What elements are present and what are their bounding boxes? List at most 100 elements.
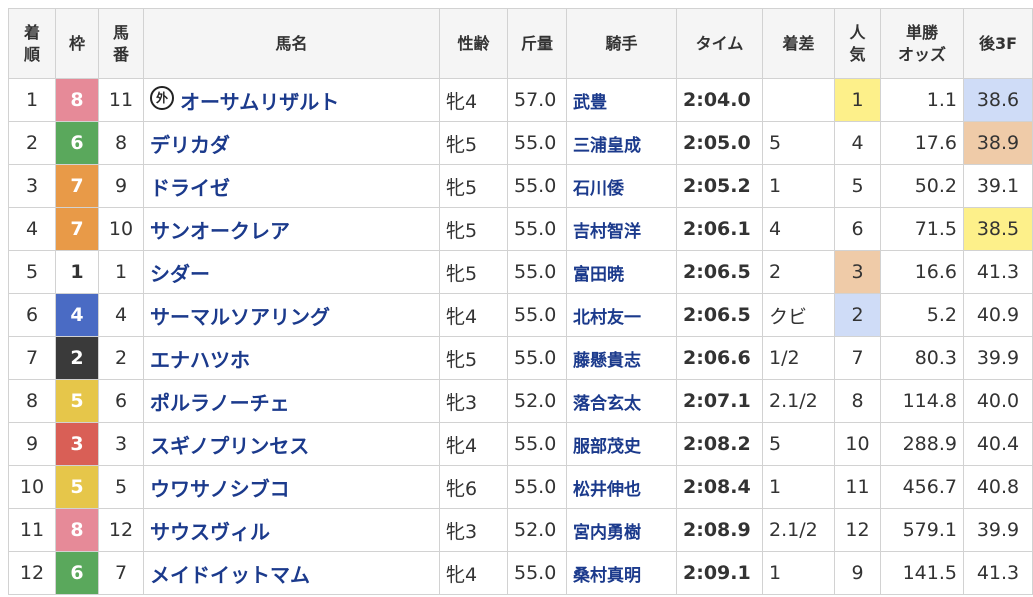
win-odds-cell: 5.2: [880, 293, 964, 337]
table-row: 7 2 2 エナハツホ 牝5 55.0 藤懸貴志 2:06.6 1/2 7 80.3 39.9: [8, 336, 1033, 380]
waku-cell: 2: [55, 336, 99, 380]
win-odds-cell: 456.7: [880, 465, 964, 509]
jockey-link[interactable]: 藤懸貴志: [573, 351, 641, 371]
sex-age-cell: 牝6: [439, 465, 508, 509]
jockey-link[interactable]: 桑村真明: [573, 566, 641, 586]
margin-cell: 1: [762, 551, 835, 595]
margin-cell: 4: [762, 207, 835, 251]
jockey-link[interactable]: 松井伸也: [573, 480, 641, 500]
jockey-cell: 石川倭: [566, 164, 677, 208]
jockey-link[interactable]: 石川倭: [573, 179, 624, 199]
jockey-link[interactable]: 武豊: [573, 93, 607, 113]
table-row: 1 8 11 外オーサムリザルト 牝4 57.0 武豊 2:04.0 1 1.1 38.6: [8, 78, 1033, 122]
horse-name-link[interactable]: ポルラノーチェ: [150, 391, 290, 415]
header-last-3f: 後3F: [963, 8, 1033, 79]
sex-age-cell: 牝4: [439, 551, 508, 595]
sex-age-cell: 牝5: [439, 164, 508, 208]
jockey-link[interactable]: 富田暁: [573, 265, 624, 285]
last-3f-cell: 38.6: [963, 78, 1033, 122]
table-row: 5 1 1 シダー 牝5 55.0 富田暁 2:06.5 2 3 16.6 41.3: [8, 250, 1033, 294]
jockey-cell: 落合玄太: [566, 379, 677, 423]
jockey-link[interactable]: 三浦皇成: [573, 136, 641, 156]
rank-cell: 4: [8, 207, 56, 251]
umaban-cell: 12: [98, 508, 144, 552]
header-rank: 着順: [8, 8, 56, 79]
waku-cell: 8: [55, 508, 99, 552]
time-cell: 2:06.1: [676, 207, 763, 251]
margin-cell: 1: [762, 164, 835, 208]
weight-cell: 55.0: [507, 250, 567, 294]
time-cell: 2:05.0: [676, 121, 763, 165]
waku-cell: 6: [55, 121, 99, 165]
popularity-cell: 9: [834, 551, 881, 595]
table-row: 10 5 5 ウワサノシブコ 牝6 55.0 松井伸也 2:08.4 1 11 456.7 40.8: [8, 465, 1033, 509]
rank-cell: 8: [8, 379, 56, 423]
horse-name-link[interactable]: スギノプリンセス: [150, 434, 309, 458]
horse-name-link[interactable]: サウスヴィル: [150, 520, 270, 544]
horse-name-link[interactable]: エナハツホ: [150, 348, 250, 372]
horse-name-link[interactable]: オーサムリザルト: [180, 90, 339, 114]
horse-name-cell: ウワサノシブコ: [143, 465, 440, 509]
jockey-link[interactable]: 北村友一: [573, 308, 641, 328]
time-cell: 2:08.2: [676, 422, 763, 466]
horse-name-link[interactable]: デリカダ: [150, 133, 230, 157]
horse-name-link[interactable]: ドライゼ: [150, 176, 230, 200]
umaban-cell: 7: [98, 551, 144, 595]
jockey-link[interactable]: 吉村智洋: [573, 222, 641, 242]
horse-name-cell: ドライゼ: [143, 164, 440, 208]
jockey-link[interactable]: 宮内勇樹: [573, 523, 641, 543]
sex-age-cell: 牝4: [439, 422, 508, 466]
weight-cell: 57.0: [507, 78, 567, 122]
last-3f-cell: 40.0: [963, 379, 1033, 423]
weight-cell: 55.0: [507, 422, 567, 466]
win-odds-cell: 80.3: [880, 336, 964, 380]
jockey-cell: 三浦皇成: [566, 121, 677, 165]
horse-name-link[interactable]: シダー: [150, 262, 210, 286]
jockey-link[interactable]: 服部茂史: [573, 437, 641, 457]
weight-cell: 55.0: [507, 293, 567, 337]
horse-name-link[interactable]: サーマルソアリング: [150, 305, 330, 329]
waku-cell: 6: [55, 551, 99, 595]
umaban-cell: 5: [98, 465, 144, 509]
margin-cell: クビ: [762, 293, 835, 337]
sex-age-cell: 牝3: [439, 508, 508, 552]
horse-name-link[interactable]: メイドイットマム: [150, 563, 310, 587]
sex-age-cell: 牝4: [439, 293, 508, 337]
margin-cell: 5: [762, 121, 835, 165]
horse-name-cell: エナハツホ: [143, 336, 440, 380]
rank-cell: 6: [8, 293, 56, 337]
weight-cell: 55.0: [507, 551, 567, 595]
last-3f-cell: 38.5: [963, 207, 1033, 251]
time-cell: 2:09.1: [676, 551, 763, 595]
last-3f-cell: 41.3: [963, 250, 1033, 294]
last-3f-cell: 39.9: [963, 336, 1033, 380]
header-margin: 着差: [762, 8, 835, 79]
table-row: 12 6 7 メイドイットマム 牝4 55.0 桑村真明 2:09.1 1 9 141.5 41.3: [8, 551, 1033, 595]
last-3f-cell: 40.9: [963, 293, 1033, 337]
rank-cell: 3: [8, 164, 56, 208]
time-cell: 2:08.9: [676, 508, 763, 552]
header-popularity: 人気: [834, 8, 881, 79]
time-cell: 2:05.2: [676, 164, 763, 208]
margin-cell: [762, 78, 835, 122]
popularity-cell: 8: [834, 379, 881, 423]
umaban-cell: 8: [98, 121, 144, 165]
popularity-cell: 5: [834, 164, 881, 208]
jockey-cell: 北村友一: [566, 293, 677, 337]
table-row: 4 7 10 サンオークレア 牝5 55.0 吉村智洋 2:06.1 4 6 71.5 38.5: [8, 207, 1033, 251]
umaban-cell: 3: [98, 422, 144, 466]
jockey-link[interactable]: 落合玄太: [573, 394, 641, 414]
umaban-cell: 9: [98, 164, 144, 208]
horse-name-link[interactable]: サンオークレア: [150, 219, 290, 243]
weight-cell: 55.0: [507, 465, 567, 509]
weight-cell: 55.0: [507, 164, 567, 208]
time-cell: 2:04.0: [676, 78, 763, 122]
jockey-cell: 富田暁: [566, 250, 677, 294]
table-row: 6 4 4 サーマルソアリング 牝4 55.0 北村友一 2:06.5 クビ 2 5.2 40.9: [8, 293, 1033, 337]
popularity-cell: 2: [834, 293, 881, 337]
header-horse-name: 馬名: [143, 8, 440, 79]
sex-age-cell: 牝3: [439, 379, 508, 423]
win-odds-cell: 288.9: [880, 422, 964, 466]
horse-name-link[interactable]: ウワサノシブコ: [150, 477, 290, 501]
win-odds-cell: 1.1: [880, 78, 964, 122]
